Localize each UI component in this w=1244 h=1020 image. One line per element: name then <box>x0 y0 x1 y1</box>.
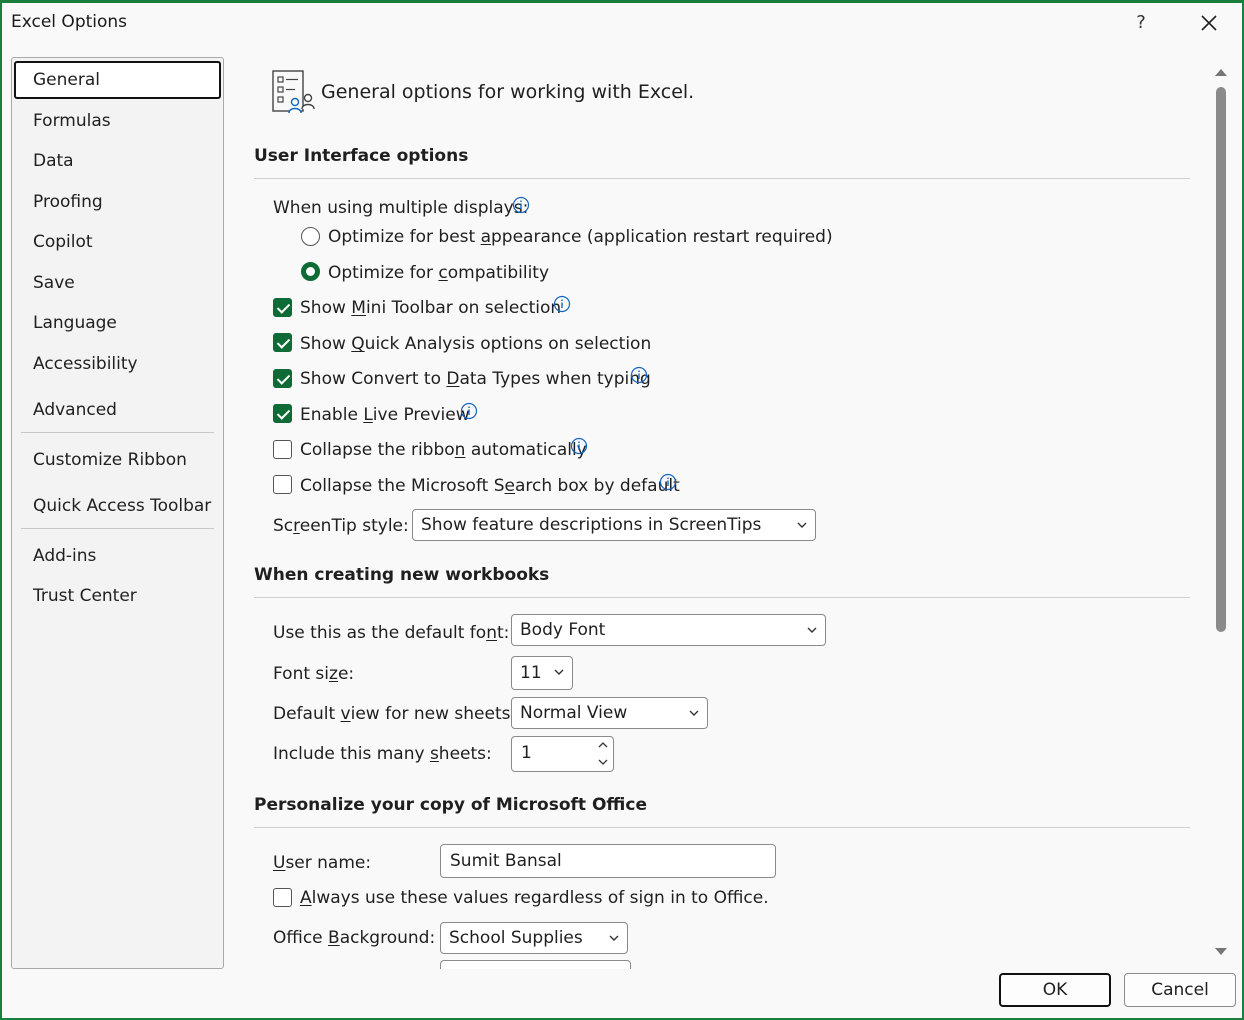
default-font-label: Use this as the default font: <box>273 623 510 643</box>
office-theme-select-partial[interactable] <box>440 960 631 969</box>
info-icon <box>630 366 648 384</box>
close-button[interactable] <box>1194 8 1224 38</box>
options-scrollbar[interactable] <box>1209 59 1231 967</box>
convert-data-types-label[interactable]: Show Convert to Data Types when typing <box>300 369 651 389</box>
close-icon <box>1201 15 1217 31</box>
always-use-values-label[interactable]: Always use these values regardless of si… <box>300 888 769 908</box>
mini-toolbar-checkbox[interactable] <box>273 298 292 317</box>
nav-item-customize-ribbon[interactable]: Customize Ribbon <box>14 441 221 479</box>
nav-item-proofing[interactable]: Proofing <box>14 183 221 221</box>
quick-analysis-label[interactable]: Show Quick Analysis options on selection <box>300 334 651 354</box>
nav-item-formulas[interactable]: Formulas <box>14 102 221 140</box>
live-preview-label[interactable]: Enable Live Preview <box>300 405 470 425</box>
nav-item-accessibility[interactable]: Accessibility <box>14 345 221 383</box>
nav-item-add-ins[interactable]: Add-ins <box>14 537 221 575</box>
screentip-style-select[interactable]: Show feature descriptions in ScreenTips <box>412 509 816 541</box>
section-title-personalize: Personalize your copy of Microsoft Offic… <box>254 795 647 815</box>
general-options-panel: General options for working with Excel. … <box>226 47 1206 969</box>
nav-item-trust-center[interactable]: Trust Center <box>14 577 221 615</box>
info-icon <box>659 473 677 491</box>
section-title-new-workbooks: When creating new workbooks <box>254 565 550 585</box>
nav-item-language[interactable]: Language <box>14 304 221 342</box>
nav-item-general[interactable]: General <box>14 61 221 99</box>
default-view-value: Normal View <box>520 703 628 723</box>
default-view-label: Default view for new sheets: <box>273 704 517 724</box>
chevron-up-icon[interactable] <box>598 741 608 749</box>
collapse-search-checkbox[interactable] <box>273 475 292 494</box>
live-preview-checkbox[interactable] <box>273 404 292 423</box>
scroll-thumb[interactable] <box>1216 87 1226 632</box>
nav-item-advanced[interactable]: Advanced <box>14 391 221 429</box>
radio-compatibility[interactable] <box>301 262 320 281</box>
radio-best-appearance[interactable] <box>301 227 320 246</box>
office-background-select[interactable]: School Supplies <box>440 922 628 954</box>
header-text: General options for working with Excel. <box>321 81 695 103</box>
info-icon <box>570 437 588 455</box>
font-size-select[interactable]: 11 <box>511 656 573 690</box>
user-name-label: User name: <box>273 853 372 873</box>
excel-options-dialog: Excel Options ? General Formulas Data Pr… <box>0 0 1244 1020</box>
section-divider <box>254 827 1190 828</box>
mini-toolbar-label[interactable]: Show Mini Toolbar on selection <box>300 298 561 318</box>
scroll-up-arrow-icon[interactable] <box>1214 67 1228 77</box>
collapse-search-label[interactable]: Collapse the Microsoft Search box by def… <box>300 476 680 496</box>
font-size-label: Font size: <box>273 664 355 684</box>
general-options-icon <box>271 69 317 115</box>
screentip-style-label: ScreenTip style: <box>273 516 409 536</box>
collapse-ribbon-checkbox[interactable] <box>273 440 292 459</box>
nav-item-data[interactable]: Data <box>14 142 221 180</box>
chevron-down-icon <box>797 522 807 528</box>
info-icon <box>512 196 530 214</box>
section-divider <box>254 178 1190 179</box>
help-button[interactable]: ? <box>1128 8 1154 38</box>
font-size-value: 11 <box>520 663 542 683</box>
radio-best-appearance-label[interactable]: Optimize for best appearance (applicatio… <box>328 227 833 247</box>
ok-button[interactable]: OK <box>999 973 1111 1007</box>
office-background-value: School Supplies <box>449 928 583 948</box>
nav-separator <box>21 432 214 433</box>
info-icon <box>460 402 478 420</box>
office-background-label: Office Background: <box>273 928 436 948</box>
default-font-select[interactable]: Body Font <box>511 614 826 646</box>
scroll-down-arrow-icon[interactable] <box>1214 947 1228 957</box>
nav-item-save[interactable]: Save <box>14 264 221 302</box>
chevron-down-icon <box>689 710 699 716</box>
title-bar: Excel Options ? <box>2 3 1242 47</box>
nav-item-copilot[interactable]: Copilot <box>14 223 221 261</box>
info-icon <box>553 295 571 313</box>
quick-analysis-checkbox[interactable] <box>273 333 292 352</box>
sheet-count-label: Include this many sheets: <box>273 744 492 764</box>
nav-separator <box>21 528 214 529</box>
chevron-down-icon[interactable] <box>598 758 608 766</box>
screentip-style-value: Show feature descriptions in ScreenTips <box>421 515 762 535</box>
chevron-down-icon <box>554 669 564 675</box>
radio-compatibility-label[interactable]: Optimize for compatibility <box>328 263 549 283</box>
chevron-down-icon <box>609 935 619 941</box>
always-use-values-checkbox[interactable] <box>273 888 292 907</box>
convert-data-types-checkbox[interactable] <box>273 369 292 388</box>
section-divider <box>254 597 1190 598</box>
collapse-ribbon-label[interactable]: Collapse the ribbon automatically <box>300 440 587 460</box>
nav-item-quick-access-toolbar[interactable]: Quick Access Toolbar <box>14 487 221 525</box>
options-nav: General Formulas Data Proofing Copilot S… <box>11 57 224 969</box>
default-font-value: Body Font <box>520 620 606 640</box>
user-name-input[interactable]: Sumit Bansal <box>440 844 776 878</box>
section-title-ui-options: User Interface options <box>254 146 469 166</box>
chevron-down-icon <box>807 627 817 633</box>
sheet-count-stepper[interactable]: 1 <box>511 736 614 772</box>
sheet-count-value: 1 <box>521 743 532 763</box>
dialog-title: Excel Options <box>11 12 128 32</box>
cancel-button[interactable]: Cancel <box>1124 973 1236 1007</box>
multi-display-label: When using multiple displays: <box>273 198 529 218</box>
default-view-select[interactable]: Normal View <box>511 697 708 729</box>
